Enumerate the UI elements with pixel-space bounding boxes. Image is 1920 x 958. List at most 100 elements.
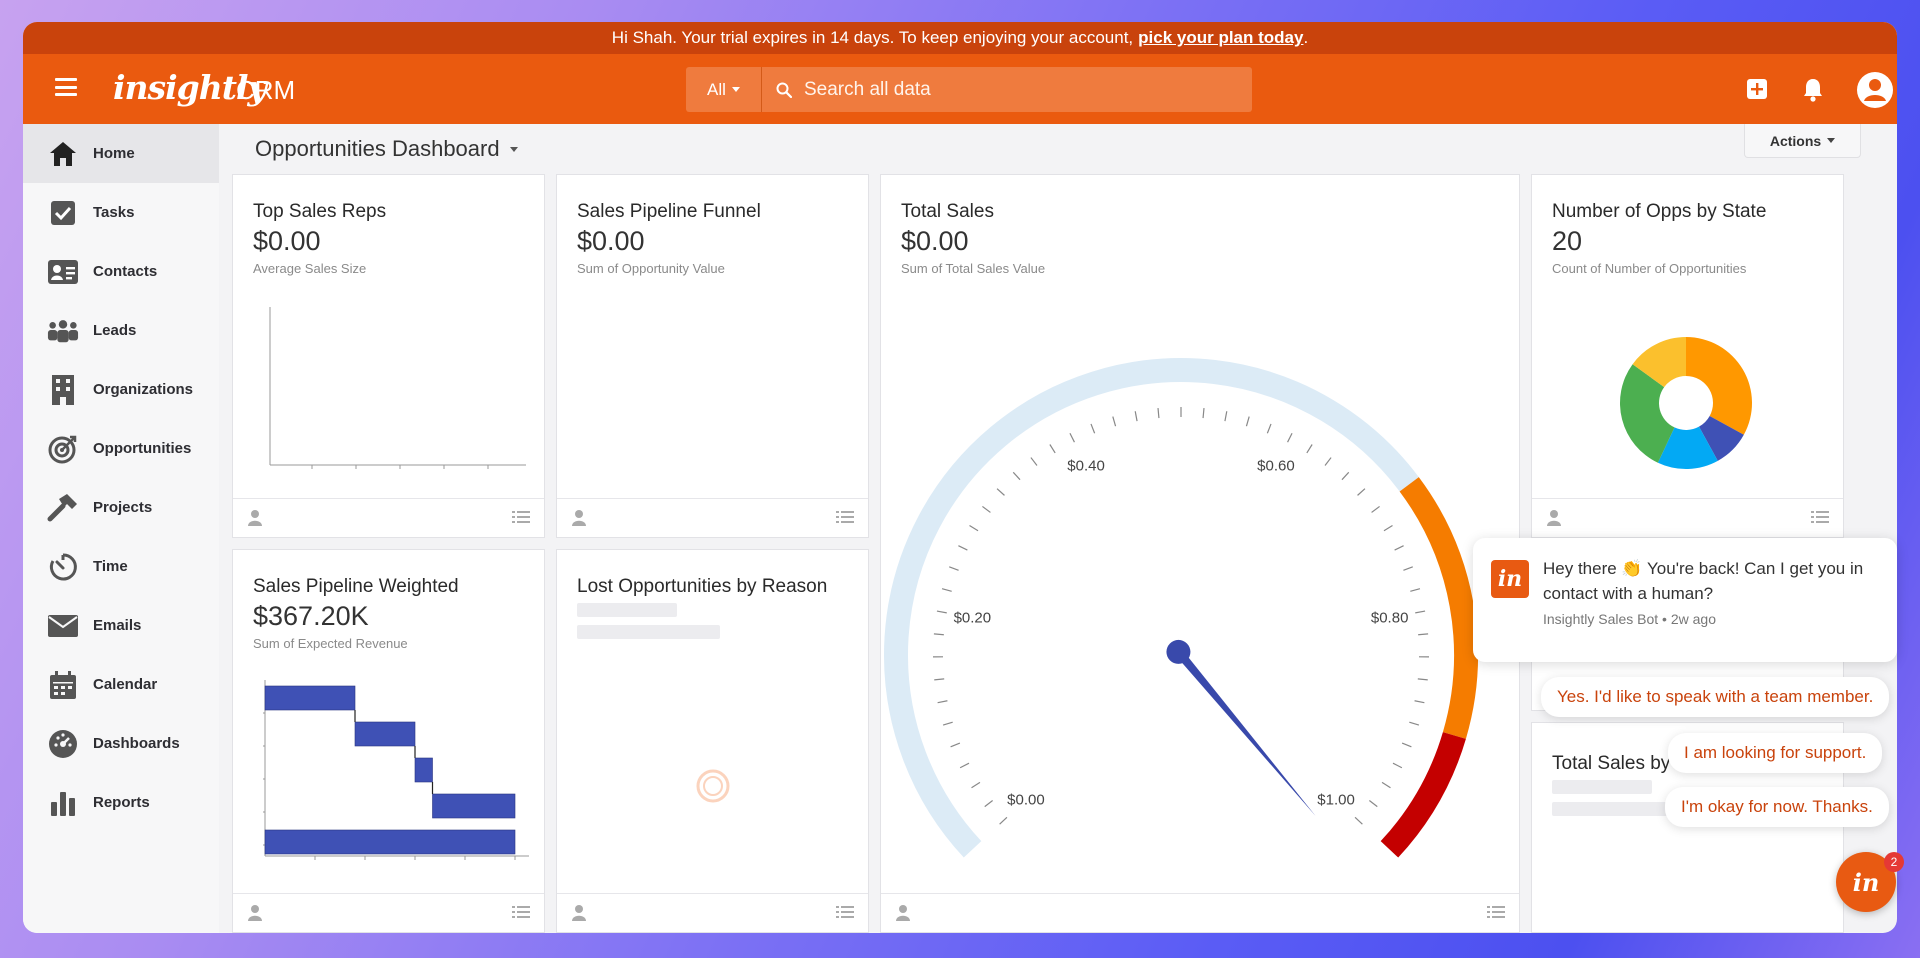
user-icon[interactable] [571, 904, 587, 921]
card-lost-opportunities: Lost Opportunities by Reason [556, 549, 869, 933]
gauge-tick [937, 700, 948, 704]
menu-icon[interactable] [55, 78, 77, 96]
user-icon[interactable] [247, 904, 263, 921]
gauge-tick [1418, 633, 1429, 636]
gauge-tick [950, 742, 961, 748]
dashboard-selector[interactable]: Opportunities Dashboard [255, 136, 518, 162]
contact-card-icon [47, 256, 79, 288]
user-avatar-icon[interactable] [1856, 71, 1894, 109]
waterfall-chart [263, 680, 529, 860]
sidebar-item-label: Reports [93, 794, 150, 811]
sidebar-item-emails[interactable]: Emails [23, 596, 219, 655]
user-icon[interactable] [247, 509, 263, 526]
waterfall-bar-0 [264, 685, 356, 711]
search-icon [776, 82, 792, 98]
gauge-tick [1414, 700, 1425, 704]
sidebar-item-dashboards[interactable]: Dashboards [23, 714, 219, 773]
sidebar-item-contacts[interactable]: Contacts [23, 242, 219, 301]
sidebar-item-tasks[interactable]: Tasks [23, 183, 219, 242]
gauge-tick [958, 545, 968, 551]
search-scope-label: All [707, 79, 726, 99]
list-icon[interactable] [512, 905, 530, 919]
card-total-sales: Total Sales $0.00 Sum of Total Sales Val… [880, 174, 1520, 933]
bell-icon[interactable] [1801, 77, 1825, 103]
timer-icon [47, 551, 79, 583]
gauge-tick [1415, 610, 1426, 614]
waterfall-bar-4 [264, 829, 516, 855]
card-value: $0.00 [253, 226, 321, 256]
trial-banner-suffix: . [1303, 28, 1309, 47]
gauge-tick [1030, 457, 1038, 466]
donut-slice-0 [1686, 337, 1752, 435]
gauge-band-2 [1380, 731, 1466, 858]
gauge-tick [934, 678, 945, 681]
sidebar-item-label: Opportunities [93, 440, 192, 457]
sidebar-item-opportunities[interactable]: Opportunities [23, 419, 219, 478]
list-icon[interactable] [836, 510, 854, 524]
sidebar-item-leads[interactable]: Leads [23, 301, 219, 360]
chevron-down-icon [509, 146, 518, 152]
sidebar-item-label: Emails [93, 617, 142, 634]
card-footer [233, 893, 544, 932]
sidebar-item-reports[interactable]: Reports [23, 773, 219, 832]
card-top-sales-reps: Top Sales Reps $0.00 Average Sales Size [232, 174, 545, 538]
list-icon[interactable] [512, 510, 530, 524]
gauge-tick [1368, 800, 1378, 808]
chat-reply-speak-team[interactable]: Yes. I'd like to speak with a team membe… [1541, 677, 1890, 717]
sidebar-item-calendar[interactable]: Calendar [23, 655, 219, 714]
gauge-tick [959, 762, 970, 769]
gauge-tick [942, 721, 953, 726]
gauge-needle [1172, 645, 1316, 817]
sidebar-item-organizations[interactable]: Organizations [23, 360, 219, 419]
card-subtitle: Sum of Expected Revenue [253, 636, 408, 651]
gauge-tick [1157, 408, 1160, 419]
list-icon[interactable] [836, 905, 854, 919]
loading-placeholder [1552, 780, 1652, 794]
search-input[interactable] [804, 78, 1252, 101]
sidebar-item-time[interactable]: Time [23, 537, 219, 596]
gauge-tick [941, 588, 952, 592]
chat-sender: Insightly Sales Bot [1543, 611, 1659, 627]
list-icon[interactable] [1487, 905, 1505, 919]
gauge-tick [1324, 457, 1332, 466]
pick-plan-link[interactable]: pick your plan today [1138, 28, 1303, 48]
gauge-tick [1049, 444, 1056, 454]
gauge-tick-label: $1.00 [1317, 792, 1355, 809]
global-search: All [686, 67, 1252, 112]
waterfall-bar-1 [354, 721, 416, 747]
chat-reply-support[interactable]: I am looking for support. [1668, 733, 1883, 773]
card-value: $0.00 [577, 226, 645, 256]
chat-reply-okay[interactable]: I'm okay for now. Thanks. [1665, 787, 1889, 827]
search-scope-dropdown[interactable]: All [686, 67, 762, 112]
app-window: Hi Shah. Your trial expires in 14 days. … [23, 22, 1897, 933]
gauge-tick [1112, 416, 1117, 427]
list-icon[interactable] [1811, 510, 1829, 524]
hammer-icon [47, 492, 79, 524]
waterfall-bar-2 [414, 757, 433, 783]
sidebar-item-label: Projects [93, 499, 153, 516]
sidebar-item-home[interactable]: Home [23, 124, 219, 183]
dashboard-title: Opportunities Dashboard [255, 136, 500, 161]
gauge-tick [1409, 721, 1420, 726]
card-value: 20 [1552, 226, 1583, 256]
actions-button[interactable]: Actions [1744, 124, 1861, 158]
user-icon[interactable] [571, 509, 587, 526]
home-icon [47, 138, 79, 170]
chat-message-text: Hey there 👏 You're back! Can I get you i… [1543, 559, 1864, 603]
empty-chart-axes [269, 307, 526, 469]
user-icon[interactable] [1546, 509, 1562, 526]
people-icon [47, 315, 79, 347]
user-icon[interactable] [895, 904, 911, 921]
chevron-down-icon [731, 87, 740, 92]
card-sales-pipeline-funnel: Sales Pipeline Funnel $0.00 Sum of Oppor… [556, 174, 869, 538]
sidebar-item-projects[interactable]: Projects [23, 478, 219, 537]
gauge-tick [1403, 566, 1413, 571]
donut-chart [1620, 337, 1752, 469]
gauge-band-1 [1399, 477, 1478, 739]
card-footer [881, 893, 1519, 932]
gauge-tick [984, 800, 994, 808]
gauge-tick [1410, 588, 1421, 592]
chat-message-bubble: in Hey there 👏 You're back! Can I get yo… [1473, 538, 1897, 662]
add-new-icon[interactable] [1745, 77, 1769, 101]
gauge-chart: $0.00 $0.20 $0.40 $0.60 $0.80 $1.00 [884, 358, 1478, 858]
